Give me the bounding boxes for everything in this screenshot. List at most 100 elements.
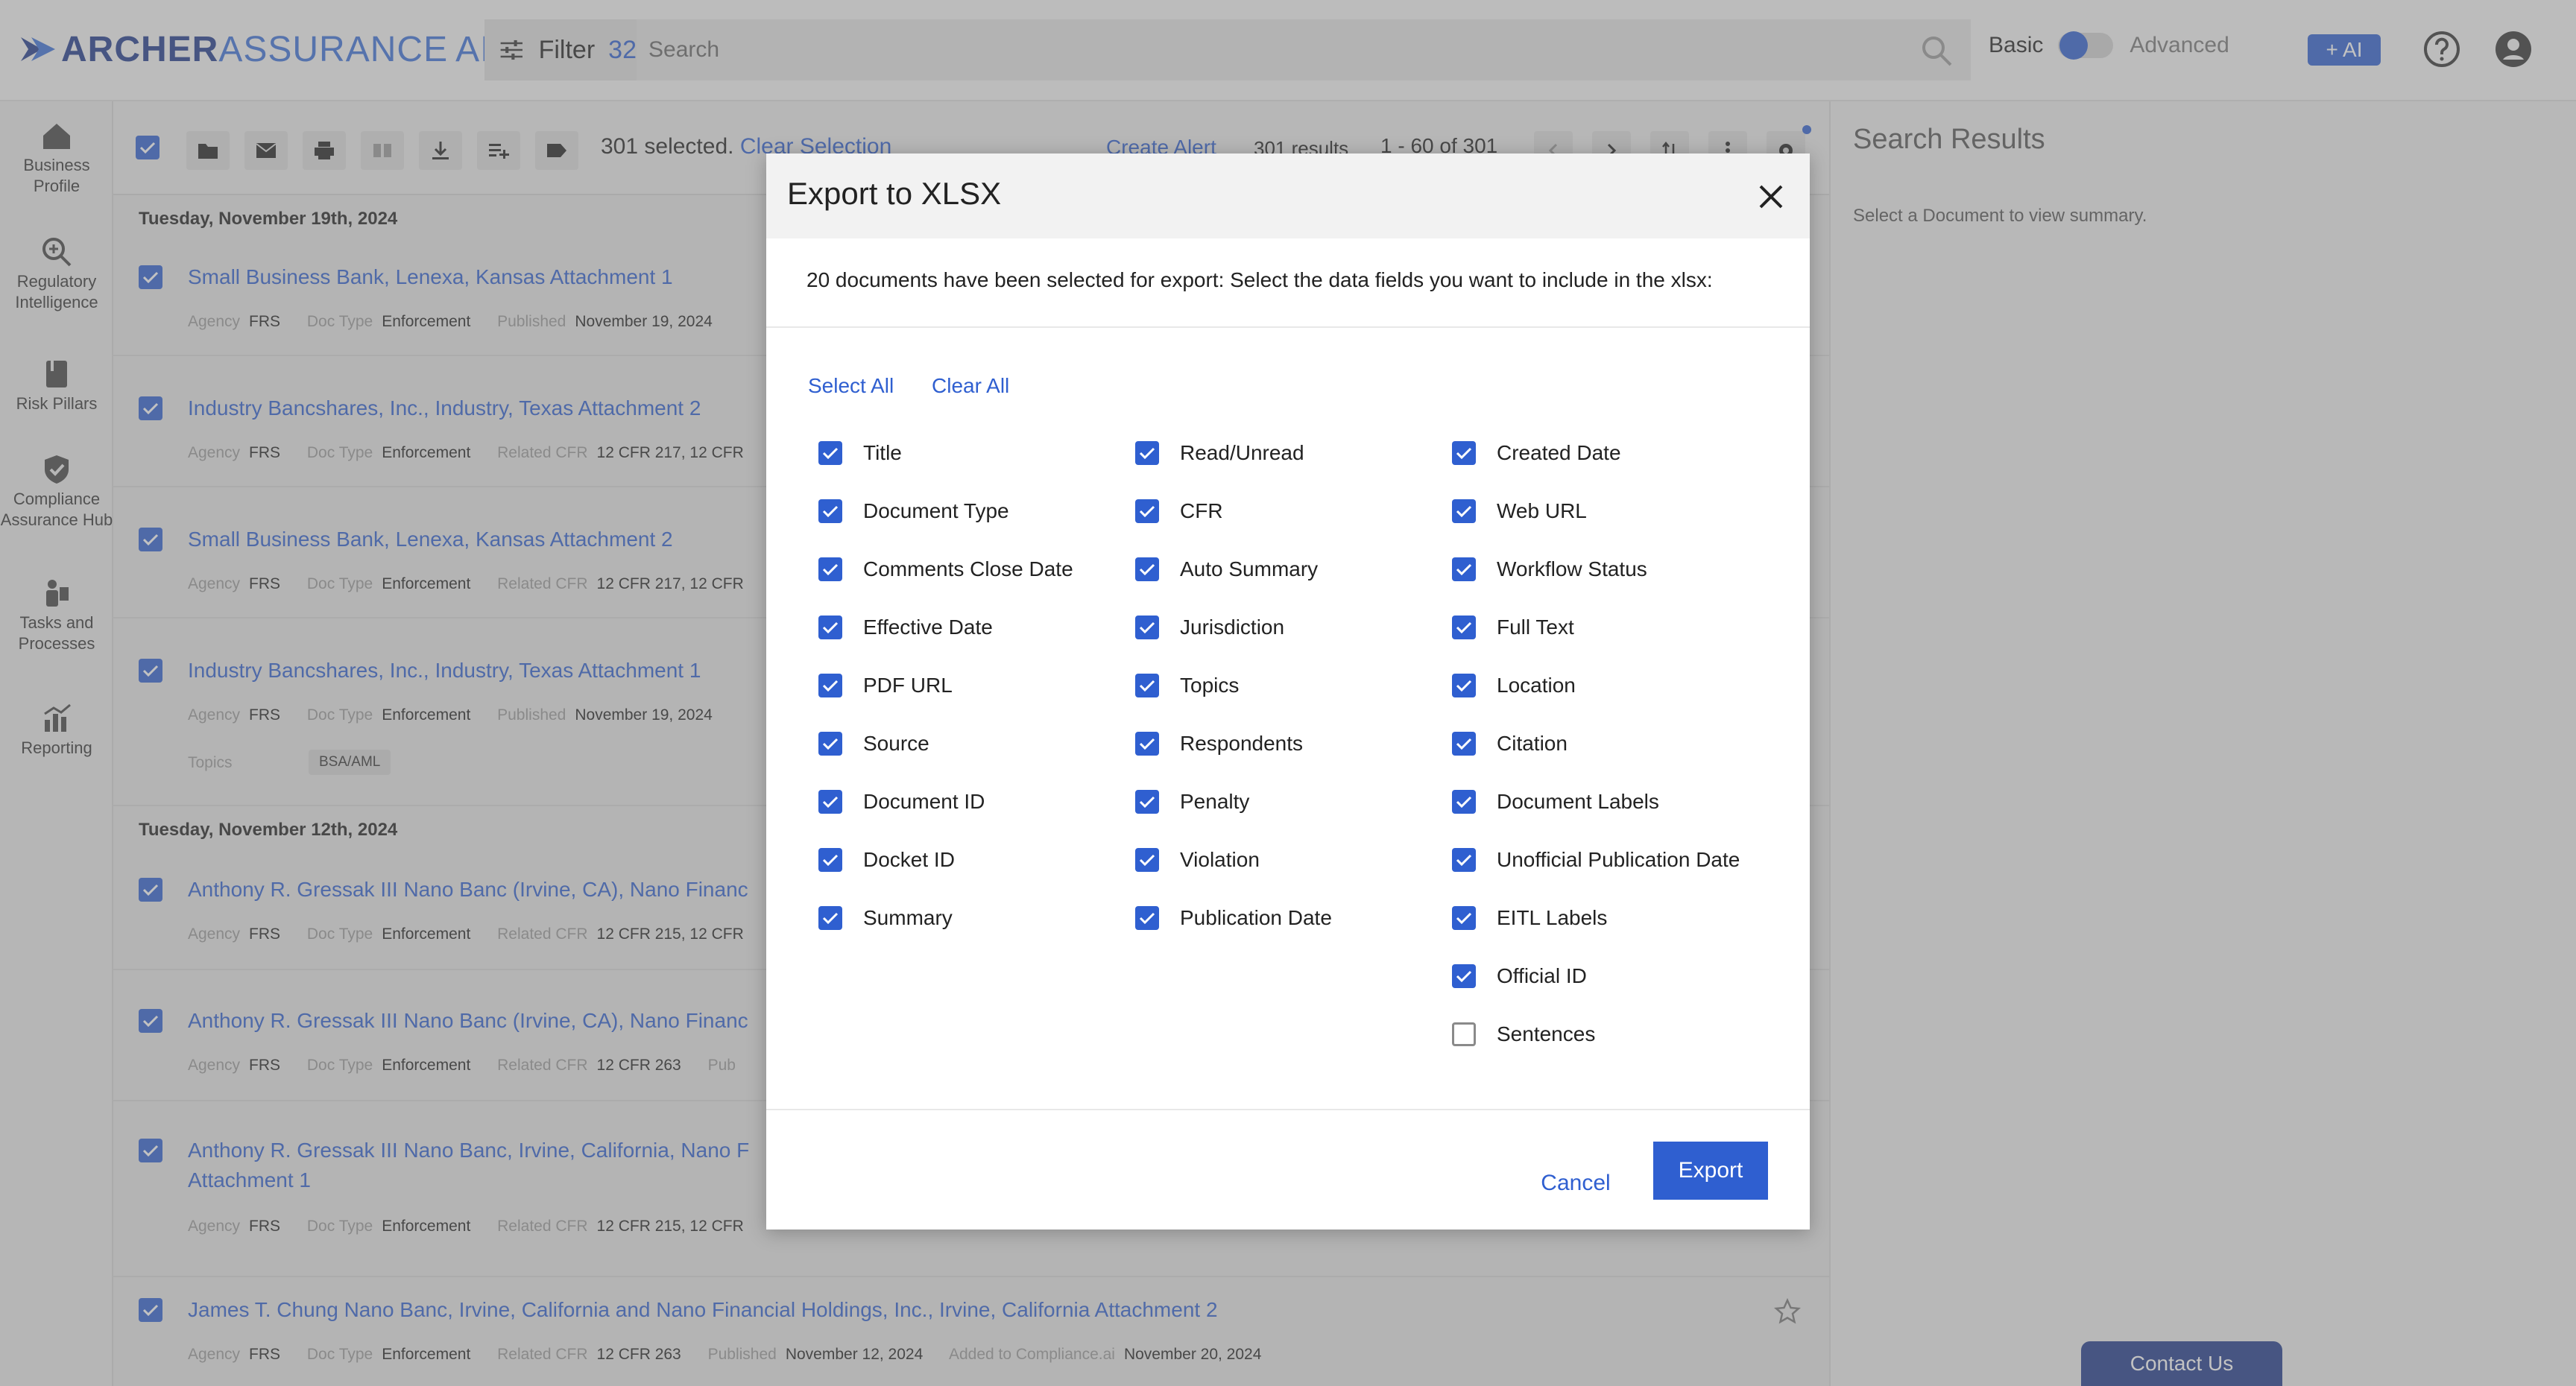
checkbox-checked[interactable] [1452, 790, 1476, 814]
export-field-option[interactable]: Jurisdiction [1135, 613, 1284, 642]
check-icon [822, 505, 839, 518]
select-all-link[interactable]: Select All [808, 374, 894, 398]
export-field-option[interactable]: Created Date [1452, 438, 1621, 468]
export-field-option[interactable]: Publication Date [1135, 903, 1332, 933]
export-field-label: Created Date [1497, 441, 1621, 464]
checkbox-checked[interactable] [818, 557, 842, 581]
checkbox-checked[interactable] [818, 732, 842, 756]
export-field-label: Respondents [1180, 732, 1304, 755]
export-field-option[interactable]: Workflow Status [1452, 554, 1647, 584]
checkbox-checked[interactable] [818, 906, 842, 930]
check-icon [1139, 738, 1155, 750]
checkbox-checked[interactable] [1452, 906, 1476, 930]
dialog-header: Export to XLSX [766, 154, 1810, 238]
checkbox-checked[interactable] [818, 499, 842, 523]
export-field-label: Document Type [863, 499, 1009, 522]
export-field-label: Effective Date [863, 616, 993, 639]
check-icon [1456, 738, 1472, 750]
export-field-option[interactable]: Citation [1452, 729, 1568, 759]
export-field-label: CFR [1180, 499, 1223, 522]
checkbox-checked[interactable] [1135, 906, 1159, 930]
check-icon [822, 854, 839, 867]
export-field-option[interactable]: Topics [1135, 671, 1239, 700]
checkbox-checked[interactable] [1135, 848, 1159, 872]
export-field-option[interactable]: Full Text [1452, 613, 1574, 642]
export-field-option[interactable]: Comments Close Date [818, 554, 1073, 584]
checkbox-checked[interactable] [1135, 557, 1159, 581]
check-icon [1456, 621, 1472, 634]
checkbox-checked[interactable] [1452, 674, 1476, 697]
export-field-option[interactable]: Unofficial Publication Date [1452, 845, 1740, 875]
checkbox-checked[interactable] [818, 674, 842, 697]
check-icon [822, 621, 839, 634]
export-field-option[interactable]: CFR [1135, 496, 1223, 526]
check-icon [822, 563, 839, 576]
cancel-button[interactable]: Cancel [1531, 1156, 1620, 1210]
export-field-label: Location [1497, 674, 1576, 697]
check-icon [1456, 447, 1472, 460]
export-field-label: Summary [863, 906, 953, 929]
export-field-option[interactable]: Title [818, 438, 902, 468]
checkbox-checked[interactable] [1452, 616, 1476, 639]
export-field-option[interactable]: Respondents [1135, 729, 1303, 759]
export-button[interactable]: Export [1653, 1142, 1768, 1200]
export-field-label: Title [863, 441, 902, 464]
export-field-option[interactable]: Document Type [818, 496, 1009, 526]
checkbox-checked[interactable] [818, 616, 842, 639]
checkbox-checked[interactable] [818, 441, 842, 465]
checkbox-checked[interactable] [1135, 790, 1159, 814]
check-icon [1456, 796, 1472, 808]
check-icon [1456, 505, 1472, 518]
export-field-option[interactable]: EITL Labels [1452, 903, 1607, 933]
checkbox-checked[interactable] [1452, 848, 1476, 872]
export-field-option[interactable]: PDF URL [818, 671, 953, 700]
clear-all-link[interactable]: Clear All [932, 374, 1009, 398]
checkbox-checked[interactable] [1452, 557, 1476, 581]
export-field-option[interactable]: Penalty [1135, 787, 1249, 817]
export-field-label: Penalty [1180, 790, 1250, 813]
export-field-option[interactable]: Document Labels [1452, 787, 1659, 817]
check-icon [822, 796, 839, 808]
checkbox-unchecked[interactable] [1452, 1022, 1476, 1046]
checkbox-checked[interactable] [1135, 441, 1159, 465]
export-field-option[interactable]: Read/Unread [1135, 438, 1304, 468]
export-field-option[interactable]: Docket ID [818, 845, 955, 875]
close-icon[interactable] [1755, 180, 1787, 213]
export-field-label: Web URL [1497, 499, 1587, 522]
export-field-option[interactable]: Auto Summary [1135, 554, 1318, 584]
export-field-option[interactable]: Location [1452, 671, 1576, 700]
checkbox-checked[interactable] [1452, 732, 1476, 756]
dialog-title: Export to XLSX [787, 176, 1002, 211]
export-field-label: Jurisdiction [1180, 616, 1285, 639]
checkbox-checked[interactable] [1135, 499, 1159, 523]
checkbox-checked[interactable] [818, 848, 842, 872]
check-icon [1139, 505, 1155, 518]
export-field-option[interactable]: Web URL [1452, 496, 1587, 526]
export-field-label: Citation [1497, 732, 1568, 755]
export-field-label: Topics [1180, 674, 1240, 697]
checkbox-checked[interactable] [1452, 964, 1476, 988]
checkbox-checked[interactable] [1135, 616, 1159, 639]
check-icon [1139, 621, 1155, 634]
check-icon [1139, 854, 1155, 867]
export-field-option[interactable]: Source [818, 729, 929, 759]
checkbox-checked[interactable] [1452, 499, 1476, 523]
export-field-option[interactable]: Sentences [1452, 1019, 1595, 1049]
check-icon [1139, 447, 1155, 460]
export-field-option[interactable]: Official ID [1452, 961, 1587, 991]
export-field-label: Publication Date [1180, 906, 1332, 929]
checkbox-checked[interactable] [1135, 674, 1159, 697]
checkbox-checked[interactable] [1452, 441, 1476, 465]
export-field-label: Read/Unread [1180, 441, 1304, 464]
export-field-option[interactable]: Summary [818, 903, 953, 933]
export-field-label: Official ID [1497, 964, 1587, 987]
export-field-option[interactable]: Effective Date [818, 613, 993, 642]
check-icon [1139, 796, 1155, 808]
dialog-description: 20 documents have been selected for expo… [806, 268, 1713, 291]
divider [766, 1109, 1810, 1110]
export-field-option[interactable]: Violation [1135, 845, 1260, 875]
check-icon [822, 680, 839, 692]
export-field-option[interactable]: Document ID [818, 787, 985, 817]
checkbox-checked[interactable] [818, 790, 842, 814]
checkbox-checked[interactable] [1135, 732, 1159, 756]
